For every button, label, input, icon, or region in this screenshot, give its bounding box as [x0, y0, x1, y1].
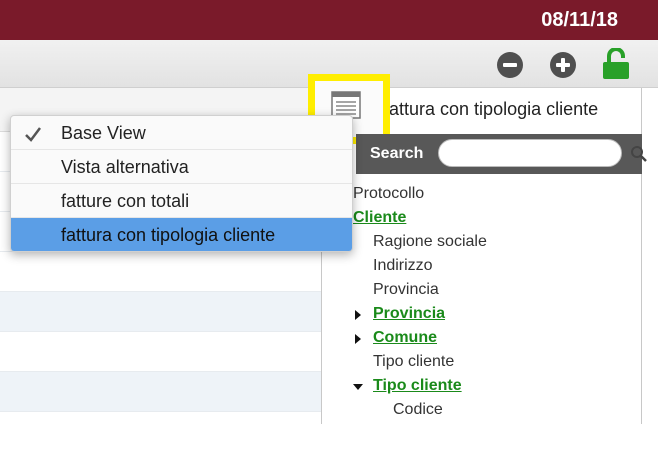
table-row[interactable]: [0, 252, 322, 292]
tree-item-indirizzo[interactable]: Indirizzo: [373, 257, 433, 275]
top-header-bar: 08/11/18: [0, 0, 658, 40]
menu-item-fattura-con-tipologia-cliente[interactable]: fattura con tipologia cliente: [11, 218, 352, 251]
menu-item-base-view[interactable]: Base View: [11, 116, 352, 150]
tree-item-protocollo[interactable]: Protocollo: [353, 185, 424, 203]
tree-item-provincia[interactable]: Provincia: [373, 281, 439, 299]
menu-item-label: Base View: [61, 123, 146, 143]
view-selector-menu: Base View Vista alternativa fatture con …: [10, 115, 353, 252]
tree-item-ragione-sociale[interactable]: Ragione sociale: [373, 233, 487, 251]
menu-item-label: Vista alternativa: [61, 157, 189, 177]
expand-arrow-icon[interactable]: [355, 310, 361, 320]
table-row[interactable]: [0, 372, 322, 412]
table-row[interactable]: [0, 332, 322, 372]
menu-item-fatture-con-totali[interactable]: fatture con totali: [11, 184, 352, 218]
plus-circle-icon[interactable]: [550, 52, 576, 78]
expand-arrow-icon[interactable]: [355, 334, 361, 344]
minus-circle-icon[interactable]: [497, 52, 523, 78]
table-row[interactable]: [0, 292, 322, 332]
search-bar: Search: [356, 134, 647, 174]
tree-item-tipo-cliente-group[interactable]: Tipo cliente: [373, 377, 462, 395]
tree-item-provincia-group[interactable]: Provincia: [373, 305, 445, 323]
tree-item-comune-group[interactable]: Comune: [373, 329, 437, 347]
date-label: 08/11/18: [541, 9, 618, 31]
menu-item-label: fatture con totali: [61, 191, 190, 211]
unlock-icon[interactable]: [601, 48, 631, 80]
collapse-arrow-icon[interactable]: [353, 384, 363, 390]
current-view-title: fattura con tipologia cliente: [384, 99, 599, 119]
menu-item-label: fattura con tipologia cliente: [61, 225, 276, 245]
field-tree-panel: fattura con tipologia cliente Search Pro…: [308, 74, 647, 424]
menu-item-vista-alternativa[interactable]: Vista alternativa: [11, 150, 352, 184]
checkmark-icon: [25, 127, 41, 142]
tree-item-codice[interactable]: Codice: [393, 401, 443, 419]
tree-item-tipo-cliente[interactable]: Tipo cliente: [373, 353, 454, 371]
search-label: Search: [370, 145, 424, 162]
search-input[interactable]: [438, 139, 622, 167]
tree-item-cliente[interactable]: Cliente: [353, 209, 406, 227]
search-icon[interactable]: [630, 145, 648, 163]
